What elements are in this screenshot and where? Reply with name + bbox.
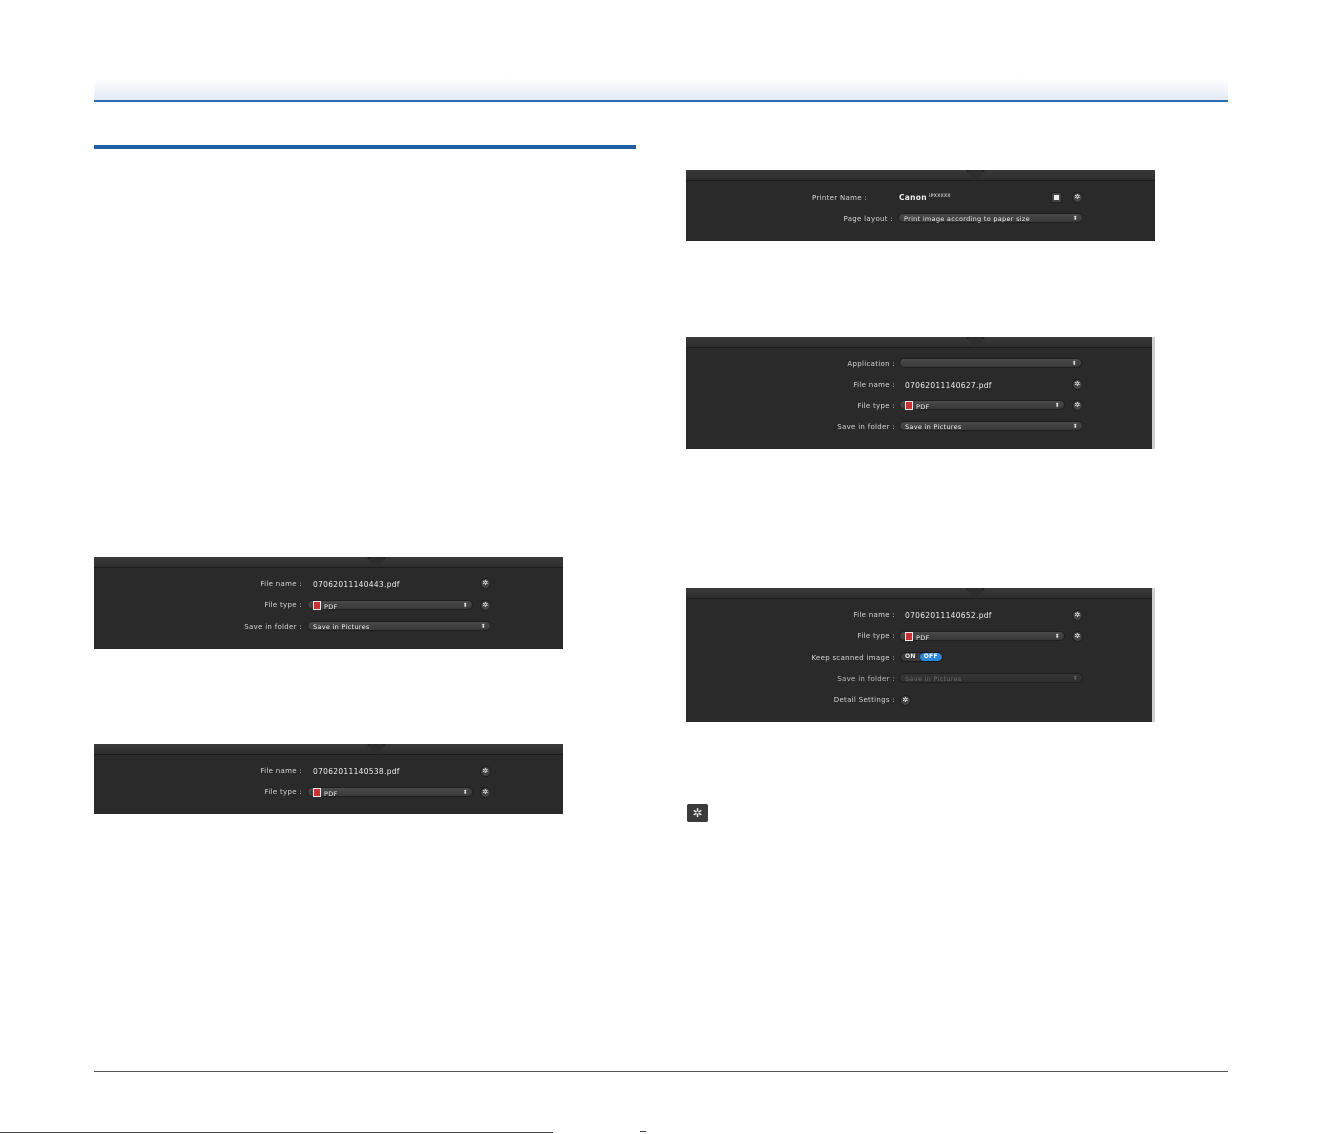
file-type-label: File type : [264, 788, 302, 796]
save-folder-label: Save in folder : [837, 423, 895, 431]
detail-settings-gear-icon[interactable]: ✲ [900, 695, 911, 706]
file-type-gear-icon[interactable]: ✲ [1072, 400, 1083, 411]
panel-top-bar [94, 744, 563, 755]
panel-top-bar [94, 557, 563, 568]
page-layout-label: Page layout : [843, 215, 893, 223]
file-type-label: File type : [264, 601, 302, 609]
print-settings-panel: Printer Name : Canon iPXXXXX ✲ Page layou… [686, 170, 1155, 241]
file-name-gear-icon[interactable]: ✲ [480, 766, 491, 777]
file-name-label: File name : [853, 611, 895, 619]
save-folder-label: Save in folder : [244, 623, 302, 631]
save-folder-value: Save in Pictures [313, 623, 370, 631]
pdf-file-icon [905, 632, 913, 641]
page-layout-value: Print image according to paper size [904, 215, 1030, 223]
bottom-mark [640, 1131, 646, 1132]
save-to-folder-panel: File name : 07062011140443.pdf ✲ File ty… [94, 557, 563, 649]
up-down-arrows-icon: ⬍ [1071, 360, 1077, 367]
file-name-gear-icon[interactable]: ✲ [1072, 610, 1083, 621]
panel-top-bar [686, 588, 1155, 599]
ocr-settings-panel: File name : 07062011140652.pdf ✲ File ty… [686, 588, 1155, 722]
file-type-select[interactable]: PDF ⬍ [899, 631, 1065, 642]
save-folder-select: Save in Pictures ⬍ [899, 673, 1083, 683]
save-folder-label: Save in folder : [837, 675, 895, 683]
file-type-value: PDF [324, 790, 338, 798]
save-folder-select[interactable]: Save in Pictures ⬍ [899, 421, 1083, 431]
attach-to-mail-panel: File name : 07062011140538.pdf ✲ File ty… [94, 744, 563, 814]
up-down-arrows-icon: ⬍ [1054, 633, 1060, 640]
toggle-off-label[interactable]: OFF [919, 653, 942, 661]
file-name-label: File name : [260, 767, 302, 775]
printer-settings-gear-icon[interactable]: ✲ [1072, 192, 1083, 203]
file-type-label: File type : [857, 632, 895, 640]
up-down-arrows-icon: ⬍ [1072, 423, 1078, 430]
section-heading-rule [94, 145, 636, 149]
file-name-value[interactable]: 07062011140538.pdf [313, 767, 400, 776]
save-folder-value: Save in Pictures [905, 675, 962, 683]
file-type-select[interactable]: PDF ⬍ [899, 400, 1065, 411]
gear-icon: ✲ [687, 804, 708, 822]
printer-name-label: Printer Name : [812, 194, 867, 202]
save-folder-select[interactable]: Save in Pictures ⬍ [307, 621, 491, 631]
file-type-label: File type : [857, 402, 895, 410]
header-rule [94, 100, 1228, 102]
up-down-arrows-icon: ⬍ [462, 789, 468, 796]
pdf-file-icon [313, 788, 321, 797]
pdf-file-icon [313, 601, 321, 610]
printer-list-button[interactable] [1051, 192, 1062, 203]
detail-settings-label: Detail Settings : [833, 696, 895, 704]
printer-model: iPXXXXX [928, 193, 951, 198]
file-type-select[interactable]: PDF ⬍ [307, 787, 473, 798]
file-type-value: PDF [324, 603, 338, 611]
footer-rule [94, 1071, 1228, 1072]
application-select[interactable]: ⬍ [899, 358, 1082, 368]
page-header-band [94, 78, 1228, 100]
application-settings-panel: Application : ⬍ File name : 070620111406… [686, 337, 1155, 449]
file-type-value: PDF [916, 634, 930, 642]
bottom-rule [0, 1132, 553, 1133]
file-name-gear-icon[interactable]: ✲ [1072, 379, 1083, 390]
keep-scanned-image-toggle[interactable]: ON OFF [900, 652, 943, 662]
file-name-value[interactable]: 07062011140627.pdf [905, 381, 992, 390]
save-folder-value: Save in Pictures [905, 423, 962, 431]
file-type-gear-icon[interactable]: ✲ [480, 600, 491, 611]
application-label: Application : [847, 360, 895, 368]
file-type-gear-icon[interactable]: ✲ [480, 787, 491, 798]
file-type-select[interactable]: PDF ⬍ [307, 600, 473, 611]
file-name-value[interactable]: 07062011140652.pdf [905, 611, 992, 620]
file-name-label: File name : [260, 580, 302, 588]
file-name-label: File name : [853, 381, 895, 389]
up-down-arrows-icon: ⬍ [1054, 402, 1060, 409]
up-down-arrows-icon: ⬍ [462, 602, 468, 609]
file-name-gear-icon[interactable]: ✲ [480, 578, 491, 589]
up-down-arrows-icon: ⬍ [480, 623, 486, 630]
up-down-arrows-icon: ⬍ [1072, 215, 1078, 222]
file-name-value[interactable]: 07062011140443.pdf [313, 580, 400, 589]
up-down-arrows-icon: ⬍ [1072, 675, 1078, 682]
printer-name-value: Canon iPXXXXX [899, 193, 951, 202]
pdf-file-icon [905, 401, 913, 410]
page-layout-select[interactable]: Print image according to paper size ⬍ [898, 213, 1083, 223]
panel-top-bar [686, 337, 1155, 348]
file-type-gear-icon[interactable]: ✲ [1072, 631, 1083, 642]
keep-scanned-image-label: Keep scanned image : [811, 654, 895, 662]
panel-scroll-edge [1152, 337, 1155, 449]
panel-scroll-edge [1152, 588, 1155, 722]
panel-top-bar [686, 170, 1155, 181]
file-type-value: PDF [916, 403, 930, 411]
toggle-on-label[interactable]: ON [901, 653, 920, 661]
